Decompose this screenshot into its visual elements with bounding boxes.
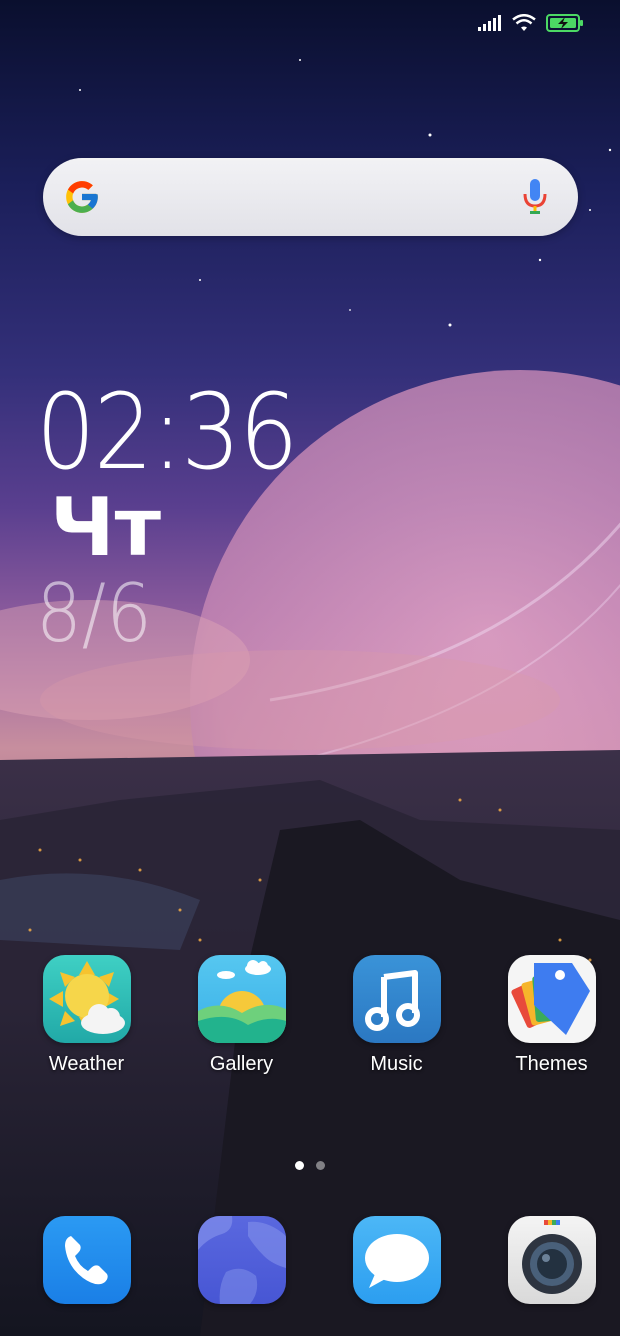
- app-label: Weather: [48, 1053, 125, 1075]
- app-weather[interactable]: Weather: [18, 955, 155, 1076]
- clock-date: 8/6: [36, 567, 152, 660]
- phone-icon: [42, 1216, 131, 1304]
- google-search-bar[interactable]: [43, 158, 578, 236]
- gallery-icon: [197, 955, 286, 1043]
- app-music[interactable]: Music: [328, 955, 465, 1076]
- messages-icon: [352, 1216, 441, 1304]
- browser-icon: [197, 1216, 286, 1304]
- dock: [0, 1216, 620, 1304]
- app-label: Music: [370, 1053, 423, 1075]
- google-g-icon: [66, 181, 98, 213]
- app-gallery[interactable]: Gallery: [173, 955, 310, 1076]
- app-label: Gallery: [209, 1053, 274, 1075]
- dock-camera[interactable]: [483, 1216, 620, 1304]
- status-bar: [478, 14, 584, 32]
- clock-widget[interactable]: 02:36 Чт 8/6: [36, 380, 326, 656]
- page-indicator[interactable]: [295, 1161, 325, 1170]
- battery-charging-icon: [546, 14, 583, 32]
- app-label: Themes: [515, 1053, 588, 1075]
- weather-icon: [42, 955, 131, 1043]
- page-dot[interactable]: [316, 1161, 325, 1170]
- cellular-signal-icon: [478, 15, 501, 31]
- dock-messages[interactable]: [328, 1216, 465, 1304]
- microphone-icon[interactable]: [522, 179, 548, 215]
- app-themes[interactable]: Themes: [483, 955, 620, 1076]
- wifi-icon: [512, 14, 536, 31]
- clock-day: Чт: [50, 481, 162, 574]
- themes-icon: [507, 955, 596, 1043]
- page-dot-active[interactable]: [295, 1161, 304, 1170]
- app-grid: Weather Gallery Music Themes: [0, 955, 620, 1076]
- music-icon: [352, 955, 441, 1043]
- clock-time: 02:36: [36, 371, 299, 493]
- camera-icon: [507, 1216, 596, 1304]
- dock-browser[interactable]: [173, 1216, 310, 1304]
- dock-phone[interactable]: [18, 1216, 155, 1304]
